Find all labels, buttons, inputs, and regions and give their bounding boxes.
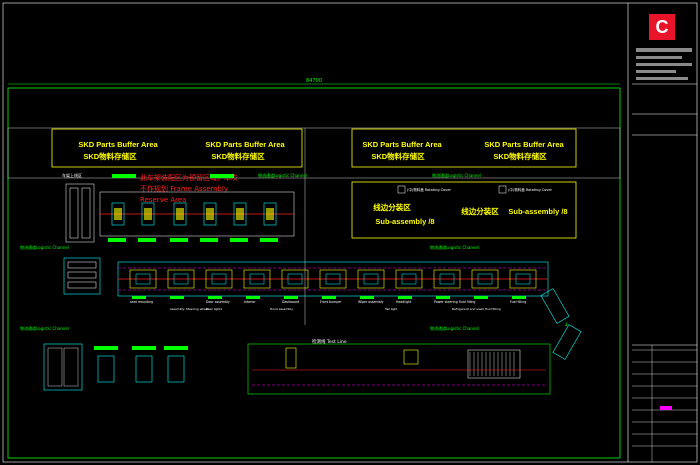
station-sublabel: Hood assembly [270, 307, 293, 311]
buffer-area-2: SKD Parts Buffer Area SKD物料存储区 SKD Parts… [351, 128, 577, 168]
line-station [433, 269, 461, 299]
svg-text:SKD物料存储区: SKD物料存储区 [83, 151, 137, 161]
logistic-channel-6: 物流通道Logistic Channel [430, 325, 479, 331]
logistic-channel-4: 物流通道Logistic Channel [430, 244, 479, 250]
logistic-channel-5: 物流通道Logistic Channel [20, 325, 69, 331]
line-station [395, 269, 423, 299]
svg-text:SKD物料存储区: SKD物料存储区 [371, 151, 425, 161]
drawing-border [2, 2, 698, 463]
bottom-area: 检测线 Test Line [43, 338, 551, 395]
factory-layout-drawing: C 84700 SKD Parts Buffer Area SKD物料存储区 S… [2, 2, 698, 463]
overall-dimension: 84700 [306, 78, 322, 84]
station-sublabel: Rear lights [206, 307, 222, 311]
line-station [319, 269, 347, 299]
logistic-channel-1: 物流通道Logistic Channel [258, 172, 307, 178]
line-station [167, 269, 195, 299]
buffer-area-1: SKD Parts Buffer Area SKD物料存储区 SKD Parts… [51, 128, 303, 168]
transfer-conveyor: ↓ [540, 288, 582, 360]
logistic-channels: 物流通道Logistic Channel 物流通道Logistic Channe… [20, 172, 481, 331]
station-label: Fuel filling [510, 300, 526, 304]
line-station [357, 269, 385, 299]
vehicle-bay [164, 346, 188, 383]
station-label: Front bumper [320, 300, 342, 304]
test-line-label: 检测线 Test Line [312, 338, 347, 345]
sub-assembly-area: (中)物料盖 Rotating Cover (中)物料盖 Rotating Co… [351, 181, 577, 239]
logo-letter: C [656, 17, 669, 37]
line-station [471, 269, 499, 299]
station-sublabel: assembly: Steering wheel [170, 307, 209, 311]
svg-text:SKD Parts Buffer Area: SKD Parts Buffer Area [484, 140, 564, 149]
line-station [281, 269, 309, 299]
station-label: seat mounting [130, 300, 153, 304]
line-station [129, 269, 157, 299]
vehicle-bay [132, 346, 156, 383]
station-sublabel: Refrigerant and wash fluid filling [452, 307, 501, 311]
station-label: Interior [244, 300, 256, 304]
cabinet-label: 车架上线区 [62, 172, 82, 178]
svg-text:Sub-assembly /8: Sub-assembly /8 [375, 217, 434, 226]
station-label: Headlight [396, 300, 412, 304]
main-assembly-line [63, 257, 549, 299]
station-label: Door assembly [206, 300, 230, 304]
station-label: Power steering fluid filling [434, 300, 475, 304]
svg-text:Sub-assembly /8: Sub-assembly /8 [508, 207, 567, 216]
svg-text:SKD Parts Buffer Area: SKD Parts Buffer Area [362, 140, 442, 149]
svg-text:SKD Parts Buffer Area: SKD Parts Buffer Area [78, 140, 158, 149]
svg-text:SKD Parts Buffer Area: SKD Parts Buffer Area [205, 140, 285, 149]
svg-text:不作规划 Frame Assembly: 不作规划 Frame Assembly [140, 184, 228, 193]
svg-text:SKD物料存储区: SKD物料存储区 [493, 151, 547, 161]
svg-text:(中)物料盖 Rotating Cover: (中)物料盖 Rotating Cover [407, 187, 451, 192]
logistic-channel-3: 物流通道Logistic Channel [20, 244, 69, 250]
vehicle-bay [94, 346, 118, 383]
line-station [243, 269, 271, 299]
line-station [509, 269, 537, 299]
station-label: Wiper assembly [358, 300, 384, 304]
station-sublabel: Tail light [384, 307, 398, 311]
station-label: Dashboard [282, 300, 299, 304]
svg-text:线边分装区: 线边分装区 [461, 206, 499, 216]
svg-text:线边分装区: 线边分装区 [373, 202, 411, 212]
frame-assembly-area: 车架上线区 [62, 172, 295, 243]
title-block: C [632, 14, 697, 462]
line-station [205, 269, 233, 299]
svg-text:↓: ↓ [564, 320, 568, 328]
svg-text:(中)物料盖 Rotating Cover: (中)物料盖 Rotating Cover [508, 187, 552, 192]
svg-text:SKD物料存储区: SKD物料存储区 [211, 151, 265, 161]
logistic-channel-2: 物流通道Logistic Channel [432, 172, 481, 178]
